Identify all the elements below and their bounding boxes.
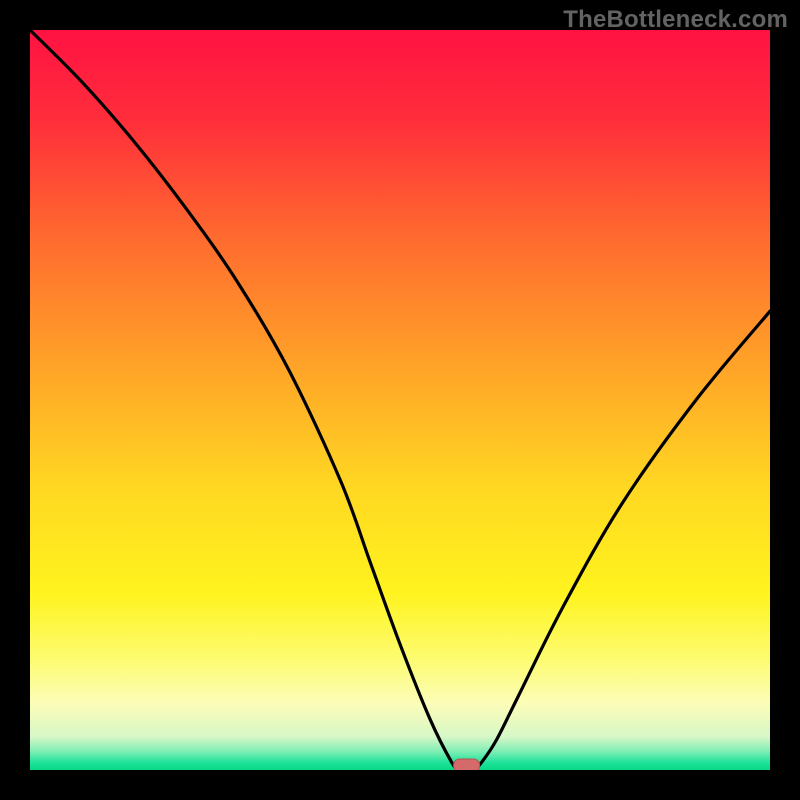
- plot-area: [30, 30, 770, 770]
- optimal-point-marker: [454, 759, 480, 770]
- bottleneck-chart: [30, 30, 770, 770]
- watermark-label: TheBottleneck.com: [563, 6, 788, 34]
- gradient-background: [30, 30, 770, 770]
- chart-frame: TheBottleneck.com: [0, 0, 800, 800]
